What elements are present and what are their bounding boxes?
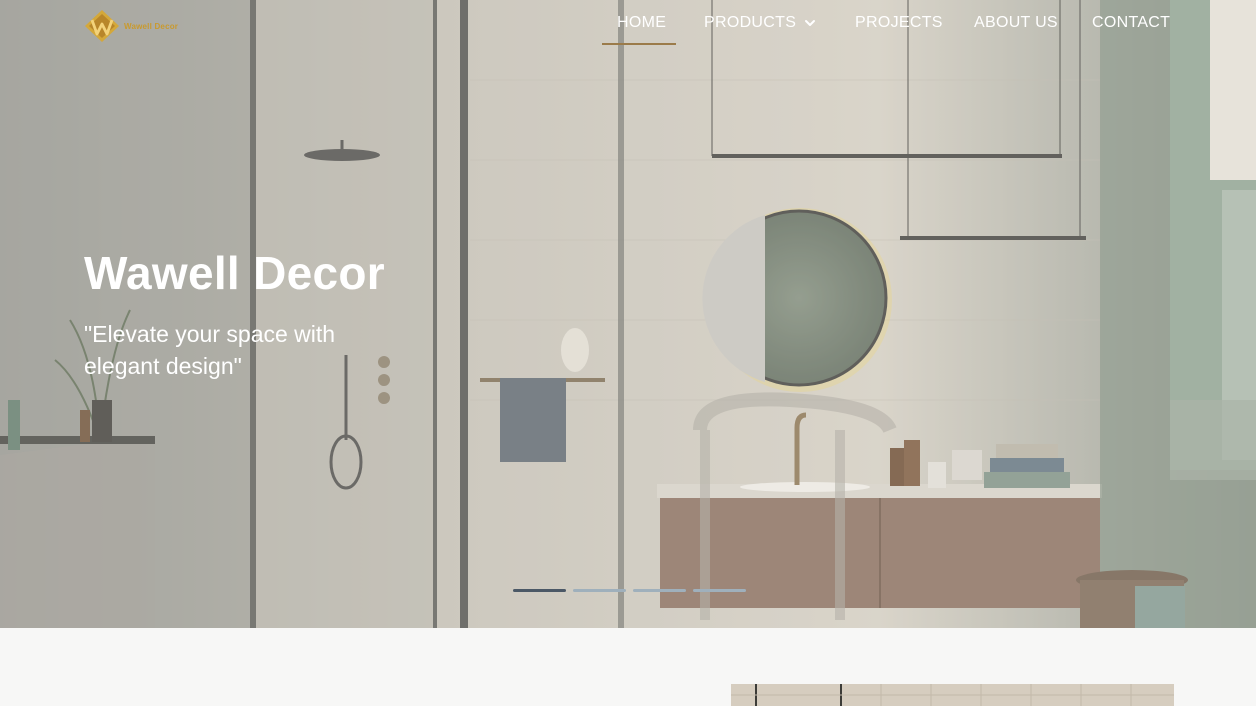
nav-products[interactable]: PRODUCTS: [704, 14, 816, 32]
slide-indicator-1[interactable]: [513, 589, 566, 592]
logo-w-icon: [85, 10, 119, 42]
slide-indicator-4[interactable]: [693, 589, 746, 592]
hero-title: Wawell Decor: [84, 247, 385, 299]
hero-bathroom-image: [0, 0, 1256, 628]
hero-banner: Wawell Decor HOME PRODUCTS PROJECTS ABOU…: [0, 0, 1256, 628]
slide-indicators: [513, 589, 746, 592]
nav-about-us[interactable]: ABOUT US: [974, 14, 1058, 32]
nav-contact[interactable]: CONTACT: [1092, 14, 1170, 32]
nav-home[interactable]: HOME: [617, 14, 666, 32]
brand-logo[interactable]: Wawell Decor: [84, 9, 178, 43]
nav-active-underline: [602, 43, 676, 45]
slide-indicator-2[interactable]: [573, 589, 626, 592]
slide-indicator-3[interactable]: [633, 589, 686, 592]
site-header: Wawell Decor HOME PRODUCTS PROJECTS ABOU…: [0, 0, 1256, 50]
nav-products-label: PRODUCTS: [704, 14, 797, 31]
brand-name: Wawell Decor: [124, 21, 179, 31]
hero-tagline: "Elevate your space with elegant design": [84, 321, 336, 379]
section-preview-image: [731, 684, 1174, 706]
chevron-down-icon: [805, 20, 816, 26]
nav-projects[interactable]: PROJECTS: [855, 14, 943, 32]
